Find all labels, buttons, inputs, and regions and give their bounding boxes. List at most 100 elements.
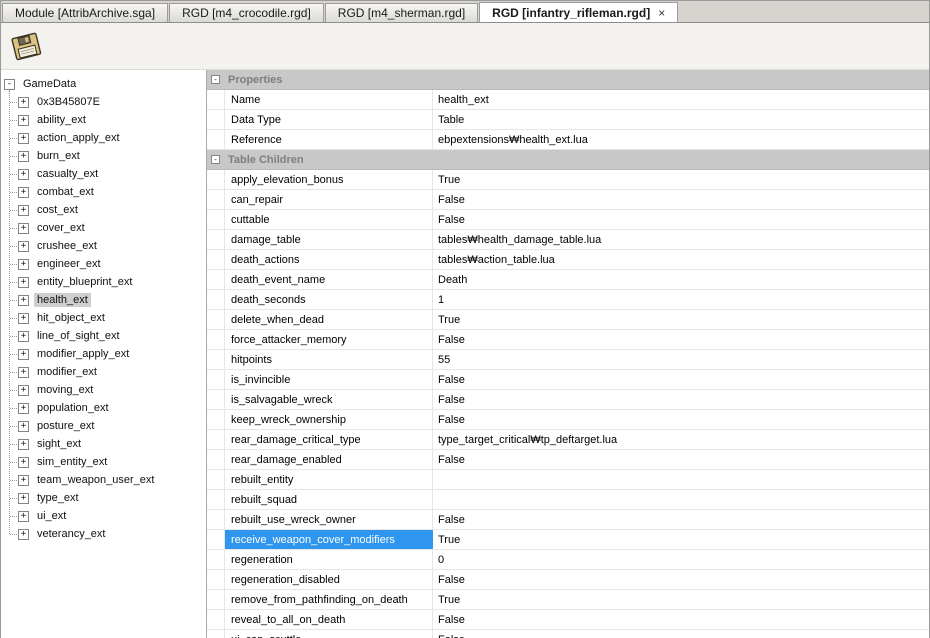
- property-name[interactable]: is_invincible: [225, 370, 433, 389]
- expand-icon[interactable]: +: [18, 204, 29, 216]
- property-name[interactable]: hitpoints: [225, 350, 433, 369]
- expand-icon[interactable]: +: [18, 186, 29, 198]
- property-name[interactable]: Reference: [225, 130, 433, 149]
- property-value[interactable]: 55: [433, 350, 929, 369]
- property-name[interactable]: rear_damage_critical_type: [225, 430, 433, 449]
- expand-icon[interactable]: +: [18, 420, 29, 432]
- property-value[interactable]: health_ext: [433, 90, 929, 109]
- tree-item-crushee-ext[interactable]: + crushee_ext: [1, 237, 206, 255]
- property-name[interactable]: receive_weapon_cover_modifiers: [225, 530, 433, 549]
- property-value[interactable]: True: [433, 530, 929, 549]
- property-value[interactable]: False: [433, 190, 929, 209]
- property-value[interactable]: ebpextensions₩health_ext.lua: [433, 130, 929, 149]
- tree-item-burn-ext[interactable]: + burn_ext: [1, 147, 206, 165]
- property-name[interactable]: death_seconds: [225, 290, 433, 309]
- collapse-icon[interactable]: -: [211, 155, 220, 164]
- property-name[interactable]: delete_when_dead: [225, 310, 433, 329]
- property-name[interactable]: regeneration: [225, 550, 433, 569]
- expand-icon[interactable]: +: [18, 402, 29, 414]
- tree-item-combat-ext[interactable]: + combat_ext: [1, 183, 206, 201]
- expand-icon[interactable]: +: [18, 168, 29, 180]
- tree-item-modifier-apply-ext[interactable]: + modifier_apply_ext: [1, 345, 206, 363]
- tree-item-sight-ext[interactable]: + sight_ext: [1, 435, 206, 453]
- property-value[interactable]: False: [433, 210, 929, 229]
- property-name[interactable]: damage_table: [225, 230, 433, 249]
- property-name[interactable]: is_salvagable_wreck: [225, 390, 433, 409]
- tree-item-posture-ext[interactable]: + posture_ext: [1, 417, 206, 435]
- property-value[interactable]: tables₩action_table.lua: [433, 250, 929, 269]
- property-value[interactable]: Death: [433, 270, 929, 289]
- property-name[interactable]: remove_from_pathfinding_on_death: [225, 590, 433, 609]
- property-name[interactable]: rebuilt_squad: [225, 490, 433, 509]
- property-name[interactable]: rear_damage_enabled: [225, 450, 433, 469]
- property-name[interactable]: keep_wreck_ownership: [225, 410, 433, 429]
- tree-item-moving-ext[interactable]: + moving_ext: [1, 381, 206, 399]
- tree-item-type-ext[interactable]: + type_ext: [1, 489, 206, 507]
- property-name[interactable]: rebuilt_use_wreck_owner: [225, 510, 433, 529]
- tab-rgd-infantry-rifleman-rgd[interactable]: RGD [infantry_rifleman.rgd] ×: [479, 2, 679, 22]
- property-name[interactable]: Name: [225, 90, 433, 109]
- property-name[interactable]: apply_elevation_bonus: [225, 170, 433, 189]
- tree-item-casualty-ext[interactable]: + casualty_ext: [1, 165, 206, 183]
- tree-item-engineer-ext[interactable]: + engineer_ext: [1, 255, 206, 273]
- tab-rgd-m4-sherman-rgd[interactable]: RGD [m4_sherman.rgd]: [324, 3, 479, 22]
- property-name[interactable]: Data Type: [225, 110, 433, 129]
- tree-item-hit-object-ext[interactable]: + hit_object_ext: [1, 309, 206, 327]
- collapse-icon[interactable]: -: [4, 78, 15, 90]
- tree-item-0x3b45807e[interactable]: +0x3B45807E: [1, 93, 206, 111]
- property-value[interactable]: Table: [433, 110, 929, 129]
- property-value[interactable]: 0: [433, 550, 929, 569]
- expand-icon[interactable]: +: [18, 330, 29, 342]
- property-value[interactable]: True: [433, 170, 929, 189]
- expand-icon[interactable]: +: [18, 492, 29, 504]
- property-value[interactable]: False: [433, 330, 929, 349]
- expand-icon[interactable]: +: [18, 312, 29, 324]
- expand-icon[interactable]: +: [18, 258, 29, 270]
- tree-item-health-ext[interactable]: + health_ext: [1, 291, 206, 309]
- property-name[interactable]: can_repair: [225, 190, 433, 209]
- property-value[interactable]: False: [433, 570, 929, 589]
- tree-item-entity-blueprint-ext[interactable]: + entity_blueprint_ext: [1, 273, 206, 291]
- property-value[interactable]: False: [433, 410, 929, 429]
- tree-item-cover-ext[interactable]: + cover_ext: [1, 219, 206, 237]
- property-name[interactable]: cuttable: [225, 210, 433, 229]
- property-value[interactable]: False: [433, 610, 929, 629]
- expand-icon[interactable]: +: [18, 348, 29, 360]
- tab-rgd-m4-crocodile-rgd[interactable]: RGD [m4_crocodile.rgd]: [169, 3, 324, 22]
- property-value[interactable]: False: [433, 450, 929, 469]
- property-name[interactable]: rebuilt_entity: [225, 470, 433, 489]
- tree-item-ui-ext[interactable]: + ui_ext: [1, 507, 206, 525]
- expand-icon[interactable]: +: [18, 240, 29, 252]
- property-name[interactable]: ui_can_scuttle: [225, 630, 433, 638]
- tree-item-team-weapon-user-ext[interactable]: + team_weapon_user_ext: [1, 471, 206, 489]
- property-name[interactable]: death_event_name: [225, 270, 433, 289]
- expand-icon[interactable]: +: [18, 294, 29, 306]
- property-value[interactable]: True: [433, 310, 929, 329]
- expand-icon[interactable]: +: [18, 114, 29, 126]
- expand-icon[interactable]: +: [18, 456, 29, 468]
- expand-icon[interactable]: +: [18, 366, 29, 378]
- tree-item-cost-ext[interactable]: + cost_ext: [1, 201, 206, 219]
- tree-item-veterancy-ext[interactable]: + veterancy_ext: [1, 525, 206, 543]
- property-value[interactable]: False: [433, 630, 929, 638]
- property-name[interactable]: death_actions: [225, 250, 433, 269]
- tree-item-gamedata[interactable]: - GameData: [1, 75, 206, 93]
- tree-item-sim-entity-ext[interactable]: + sim_entity_ext: [1, 453, 206, 471]
- property-value[interactable]: True: [433, 590, 929, 609]
- expand-icon[interactable]: +: [18, 96, 29, 108]
- tree-item-label[interactable]: GameData: [20, 77, 79, 91]
- property-name[interactable]: force_attacker_memory: [225, 330, 433, 349]
- property-value[interactable]: tables₩health_damage_table.lua: [433, 230, 929, 249]
- tab-close-icon[interactable]: ×: [658, 7, 665, 19]
- tree-item-population-ext[interactable]: + population_ext: [1, 399, 206, 417]
- expand-icon[interactable]: +: [18, 384, 29, 396]
- tree-item-line-of-sight-ext[interactable]: + line_of_sight_ext: [1, 327, 206, 345]
- tree-item-modifier-ext[interactable]: + modifier_ext: [1, 363, 206, 381]
- property-value[interactable]: [433, 470, 929, 489]
- expand-icon[interactable]: +: [18, 150, 29, 162]
- expand-icon[interactable]: +: [18, 438, 29, 450]
- property-name[interactable]: regeneration_disabled: [225, 570, 433, 589]
- tab-module-attribarchive-sga[interactable]: Module [AttribArchive.sga]: [2, 3, 169, 22]
- property-value[interactable]: False: [433, 370, 929, 389]
- save-button[interactable]: [7, 27, 47, 65]
